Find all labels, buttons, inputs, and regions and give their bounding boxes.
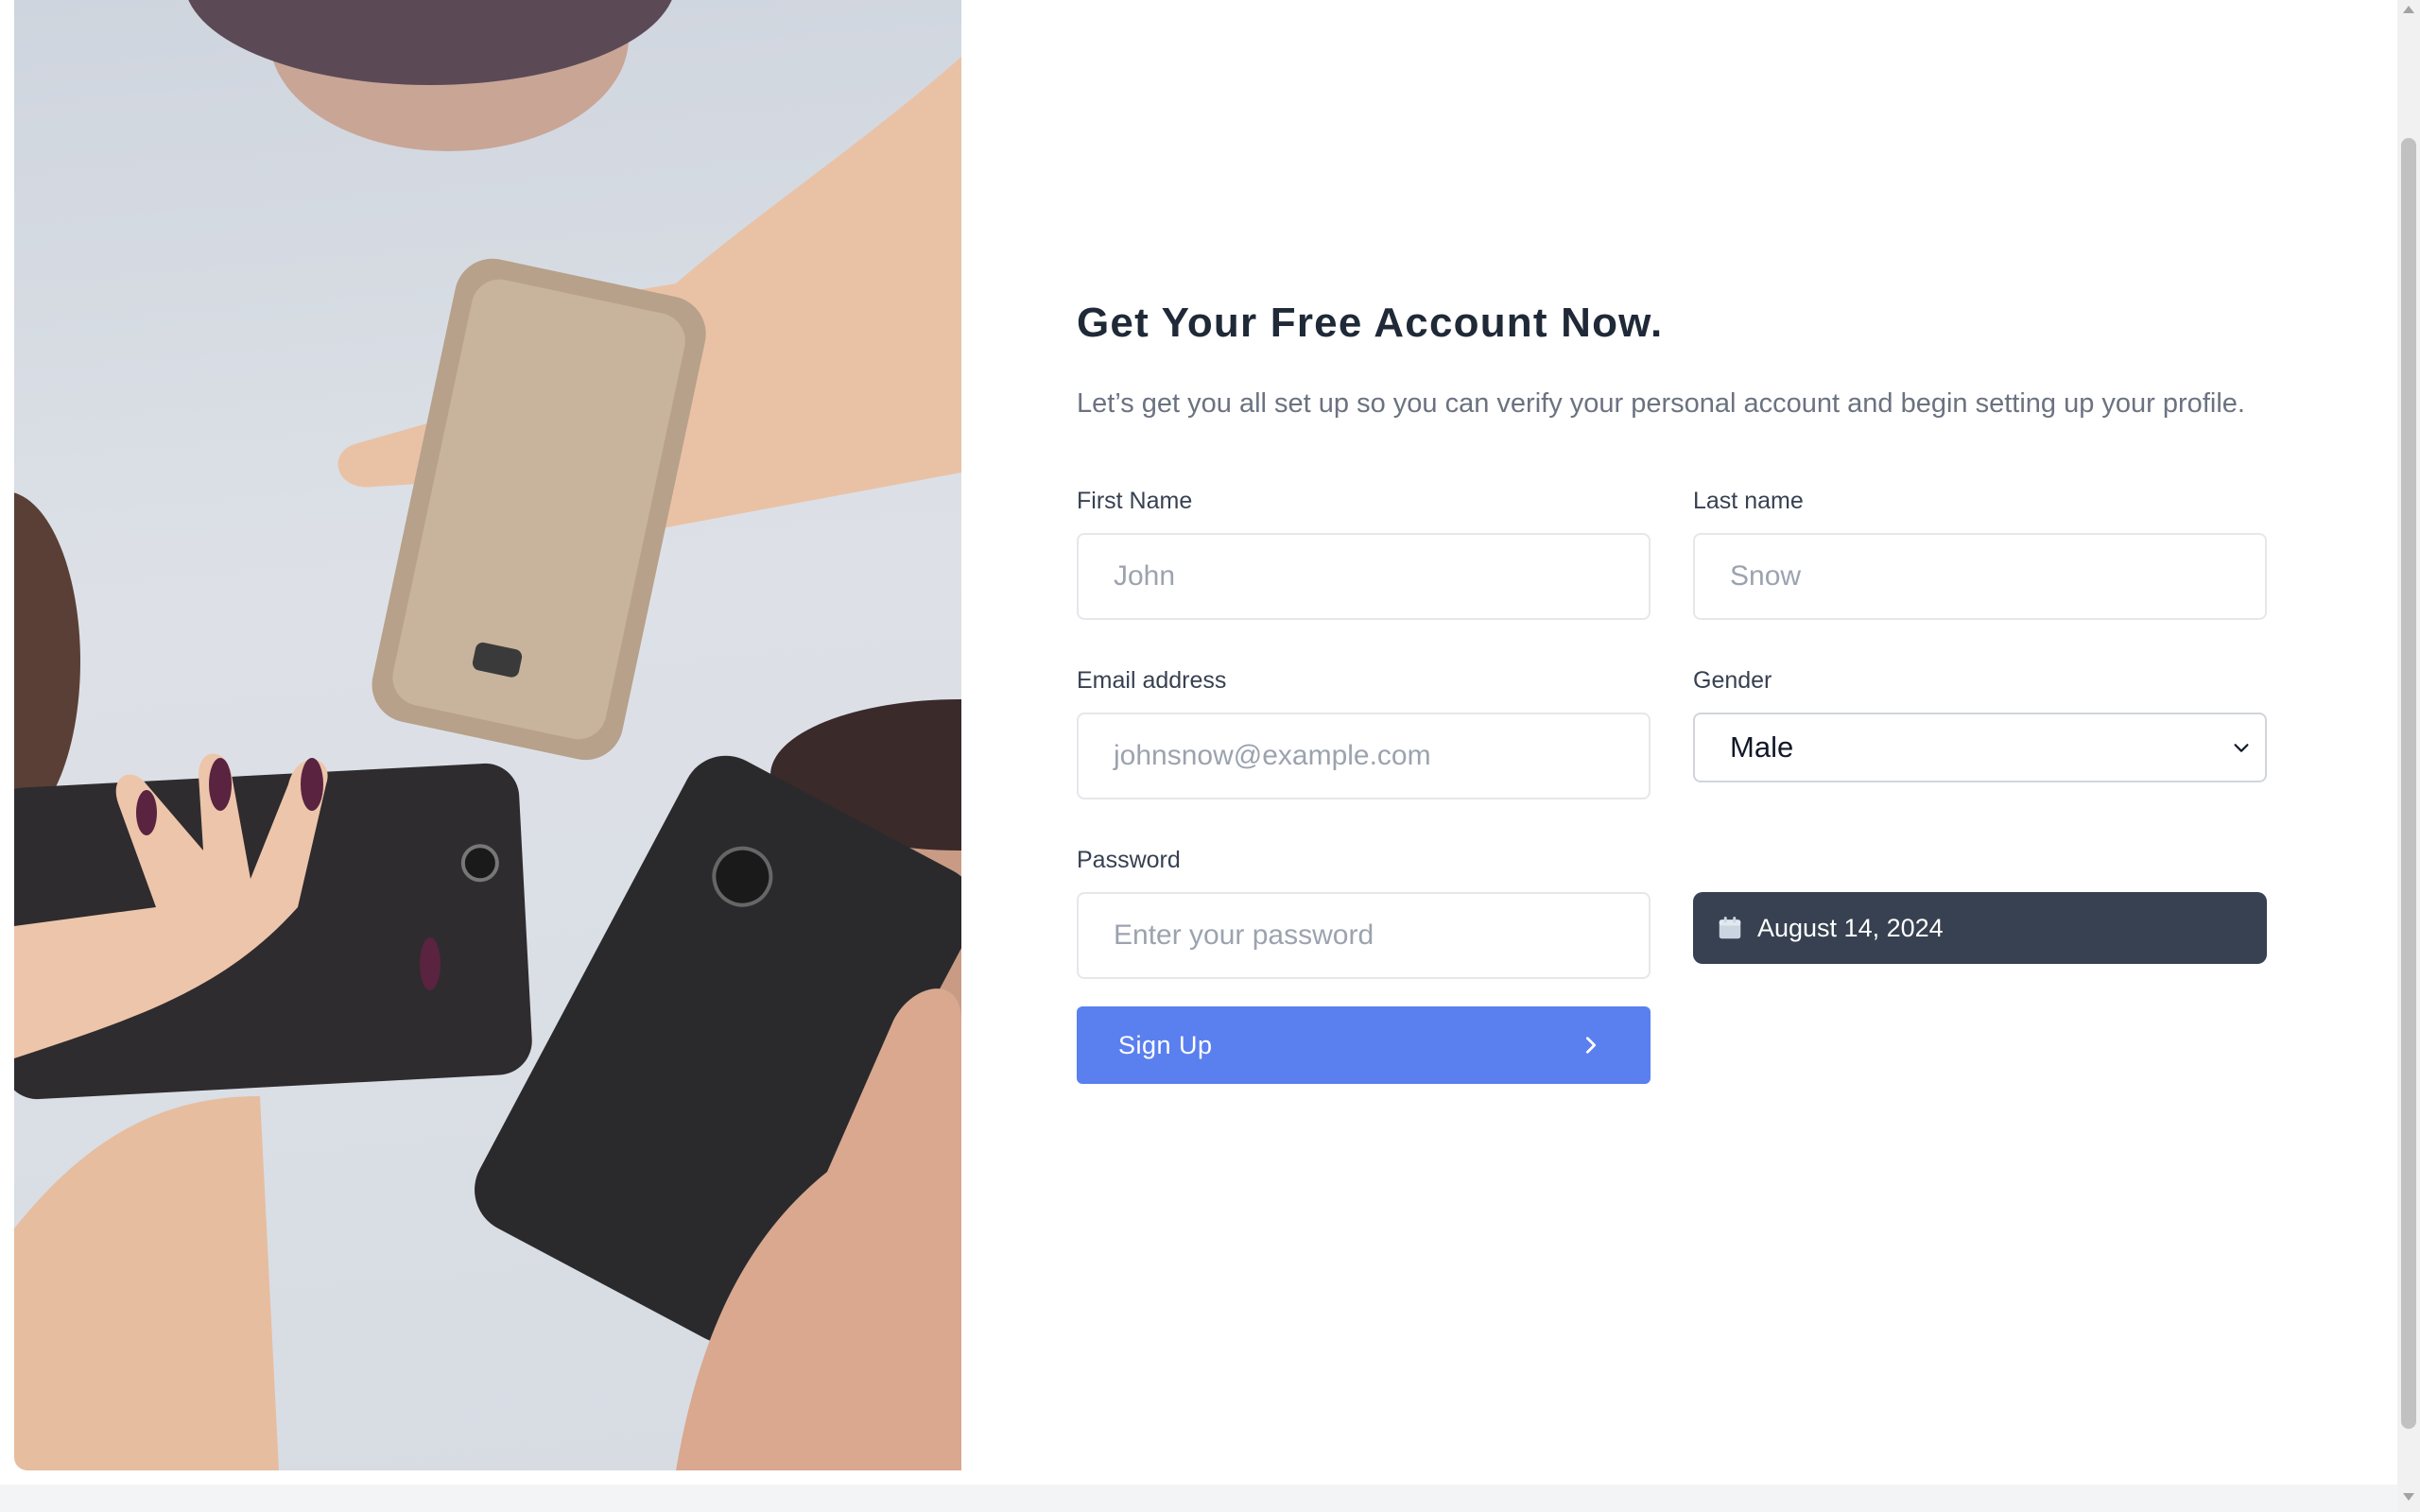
page-subtitle: Let’s get you all set up so you can veri…: [1077, 388, 2245, 419]
date-picker-button[interactable]: August 14, 2024: [1693, 892, 2267, 964]
password-input[interactable]: Enter your password: [1077, 892, 1651, 979]
date-field: August 14, 2024: [1693, 843, 2267, 1022]
scroll-up-arrow-icon[interactable]: [2403, 6, 2414, 13]
signup-form: Get Your Free Account Now. Let’s get you…: [1077, 293, 2268, 1202]
signup-button[interactable]: Sign Up: [1077, 1006, 1651, 1084]
scroll-thumb[interactable]: [2401, 138, 2416, 1429]
scroll-down-arrow-icon[interactable]: [2403, 1493, 2414, 1501]
page: Get Your Free Account Now. Let’s get you…: [0, 0, 2397, 1485]
page-title: Get Your Free Account Now.: [1077, 300, 1664, 346]
first-name-field: First Name John: [1077, 484, 1651, 663]
calendar-icon: [1719, 917, 1741, 939]
password-placeholder: Enter your password: [1114, 919, 1374, 951]
email-input[interactable]: johnsnow@example.com: [1077, 713, 1651, 799]
first-name-input[interactable]: John: [1077, 533, 1651, 620]
email-placeholder: johnsnow@example.com: [1114, 740, 1431, 771]
signup-button-label: Sign Up: [1118, 1030, 1213, 1059]
gender-value: Male: [1730, 730, 1794, 764]
gender-label: Gender: [1693, 667, 1772, 694]
first-name-label: First Name: [1077, 488, 1193, 514]
first-name-placeholder: John: [1114, 560, 1176, 592]
hero-illustration: [14, 0, 961, 1470]
submit-field: Sign Up: [1077, 1006, 1651, 1202]
last-name-label: Last name: [1693, 488, 1804, 514]
date-value: August 14, 2024: [1757, 913, 1944, 942]
last-name-input[interactable]: Snow: [1693, 533, 2267, 620]
gender-field: Gender Male: [1693, 663, 2267, 843]
password-label: Password: [1077, 847, 1181, 873]
hero-photo: [14, 0, 961, 1470]
gender-select[interactable]: Male: [1693, 713, 2267, 782]
email-label: Email address: [1077, 667, 1227, 694]
password-field: Password Enter your password: [1077, 843, 1651, 1022]
vertical-scrollbar[interactable]: [2397, 0, 2420, 1512]
chevron-right-icon: [1585, 1037, 1597, 1054]
last-name-field: Last name Snow: [1693, 484, 2267, 663]
last-name-placeholder: Snow: [1730, 560, 1802, 592]
chevron-down-icon: [2234, 744, 2249, 752]
form-grid: First Name John Last name Snow Email add…: [1077, 484, 2268, 1202]
email-field: Email address johnsnow@example.com: [1077, 663, 1651, 843]
